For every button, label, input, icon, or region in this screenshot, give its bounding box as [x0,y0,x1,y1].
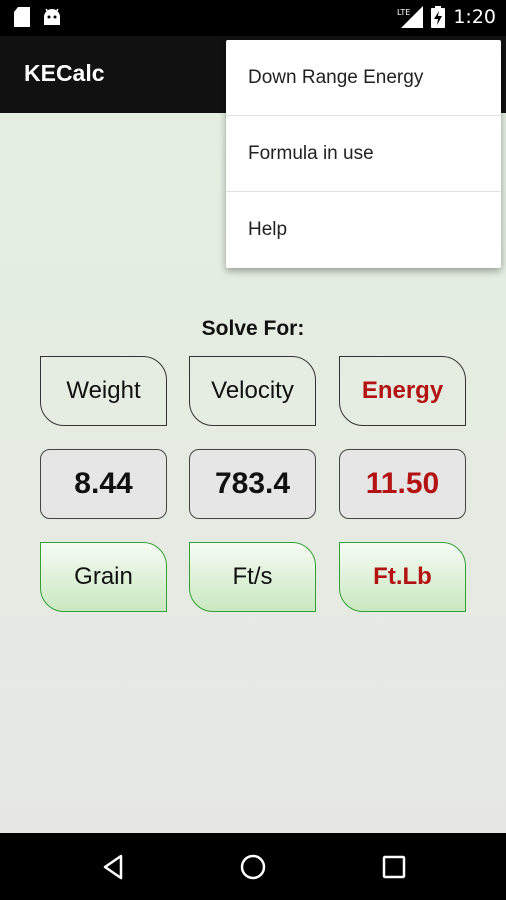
solve-for-heading: Solve For: [201,317,305,340]
sd-card-icon [14,7,30,27]
app-title: KECalc [24,60,105,86]
navigation-bar [0,833,506,900]
recents-icon[interactable] [378,851,410,883]
energy-unit-button[interactable]: Ft.Lb [339,542,466,612]
solve-velocity-button[interactable]: Velocity [189,356,316,426]
status-right: LTE 1:20 [397,6,496,28]
status-bar: LTE 1:20 [0,0,506,36]
menu-item-formula-in-use[interactable]: Formula in use [226,116,501,192]
battery-charging-icon [431,6,446,28]
solve-energy-button[interactable]: Energy [339,356,466,426]
weight-value-field[interactable]: 8.44 [40,449,167,519]
back-icon[interactable] [97,851,129,883]
weight-unit-button[interactable]: Grain [40,542,167,612]
solve-weight-button[interactable]: Weight [40,356,167,426]
velocity-unit-button[interactable]: Ft/s [189,542,316,612]
overflow-menu: Down Range Energy Formula in use Help [226,40,501,268]
menu-item-down-range-energy[interactable]: Down Range Energy [226,40,501,116]
clock: 1:20 [453,6,496,28]
energy-value-field[interactable]: 11.50 [339,449,466,519]
menu-item-help[interactable]: Help [226,192,501,268]
home-icon[interactable] [237,851,269,883]
notification-icons [14,7,62,27]
lte-signal-icon: LTE [397,6,424,28]
android-icon [42,7,62,27]
svg-text:LTE: LTE [397,8,410,17]
velocity-value-field[interactable]: 783.4 [189,449,316,519]
